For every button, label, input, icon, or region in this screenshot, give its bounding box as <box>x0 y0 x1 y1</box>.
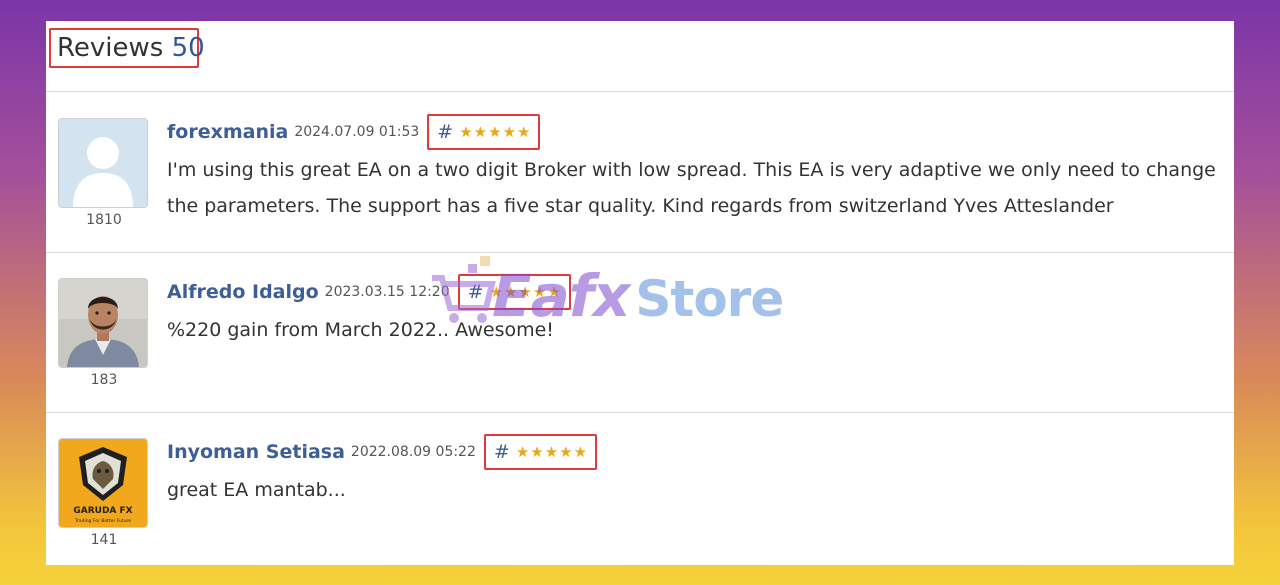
review-text: great EA mantab... <box>167 479 346 501</box>
avatar[interactable]: GARUDA FX Trading For Better Future <box>58 438 148 528</box>
review-item: 1810 forexmania 2024.07.09 01:53 # ★ ★ ★… <box>46 92 1234 253</box>
avatar[interactable] <box>58 278 148 368</box>
author-link[interactable]: forexmania <box>167 121 288 143</box>
star-rating: ★ ★ ★ ★ ★ <box>489 282 561 301</box>
reviews-title: Reviews 50 <box>49 28 205 68</box>
review-text: %220 gain from March 2022.. Awesome! <box>167 319 554 341</box>
star-icon: ★ <box>518 282 532 301</box>
star-icon: ★ <box>473 122 488 141</box>
reviews-count: 50 <box>171 33 205 63</box>
avatar[interactable] <box>58 118 148 208</box>
hash-link[interactable]: # <box>437 121 453 143</box>
user-rating-count: 183 <box>90 372 118 388</box>
garuda-fx-logo-icon: GARUDA FX Trading For Better Future <box>59 439 147 527</box>
star-rating: ★ ★ ★ ★ ★ <box>515 442 588 461</box>
rating-box: # ★ ★ ★ ★ ★ <box>483 434 598 470</box>
star-icon: ★ <box>515 442 530 461</box>
hash-link[interactable]: # <box>494 441 510 463</box>
review-date: 2022.08.09 05:22 <box>350 444 476 460</box>
review-item: GARUDA FX Trading For Better Future 141 … <box>46 412 1234 565</box>
star-icon: ★ <box>489 282 504 301</box>
reviews-header: Reviews 50 <box>46 21 1234 92</box>
reviews-title-label: Reviews <box>57 33 164 63</box>
logo-subtext: Trading For Better Future <box>74 518 131 524</box>
reviews-panel: Reviews 50 1810 forexmania 2024.07.09 01… <box>46 21 1234 565</box>
rating-box: # ★ ★ ★ ★ ★ <box>427 114 541 150</box>
star-icon: ★ <box>547 282 561 301</box>
user-rating-count: 141 <box>90 532 118 548</box>
review-date: 2023.03.15 12:20 <box>324 284 450 300</box>
rating-box: # ★ ★ ★ ★ ★ <box>457 274 571 310</box>
review-item: 183 Alfredo Idalgo 2023.03.15 12:20 # ★ … <box>46 252 1234 413</box>
star-rating: ★ ★ ★ ★ ★ <box>459 122 531 141</box>
avatar-block: 183 <box>58 278 150 388</box>
star-icon: ★ <box>532 282 547 301</box>
review-date: 2024.07.09 01:53 <box>294 124 420 140</box>
star-icon: ★ <box>502 122 517 141</box>
review-meta: Inyoman Setiasa 2022.08.09 05:22 # ★ ★ ★… <box>167 434 598 470</box>
author-link[interactable]: Alfredo Idalgo <box>167 281 319 303</box>
review-text: I'm using this great EA on a two digit B… <box>167 159 1216 217</box>
review-meta: forexmania 2024.07.09 01:53 # ★ ★ ★ ★ ★ <box>167 114 541 150</box>
star-icon: ★ <box>544 442 559 461</box>
avatar-block: GARUDA FX Trading For Better Future 141 <box>58 438 150 548</box>
user-rating-count: 1810 <box>86 212 122 228</box>
star-icon: ★ <box>517 122 531 141</box>
portrait-photo-icon <box>59 279 147 367</box>
review-meta: Alfredo Idalgo 2023.03.15 12:20 # ★ ★ ★ … <box>167 274 571 310</box>
star-icon: ★ <box>573 442 588 461</box>
logo-text: GARUDA FX <box>73 506 132 516</box>
default-user-avatar-icon <box>59 119 147 207</box>
star-icon: ★ <box>504 282 518 301</box>
star-icon: ★ <box>559 442 573 461</box>
star-icon: ★ <box>459 122 473 141</box>
star-icon: ★ <box>530 442 544 461</box>
avatar-block: 1810 <box>58 118 150 228</box>
author-link[interactable]: Inyoman Setiasa <box>167 441 345 463</box>
hash-link[interactable]: # <box>468 281 484 303</box>
star-icon: ★ <box>488 122 502 141</box>
